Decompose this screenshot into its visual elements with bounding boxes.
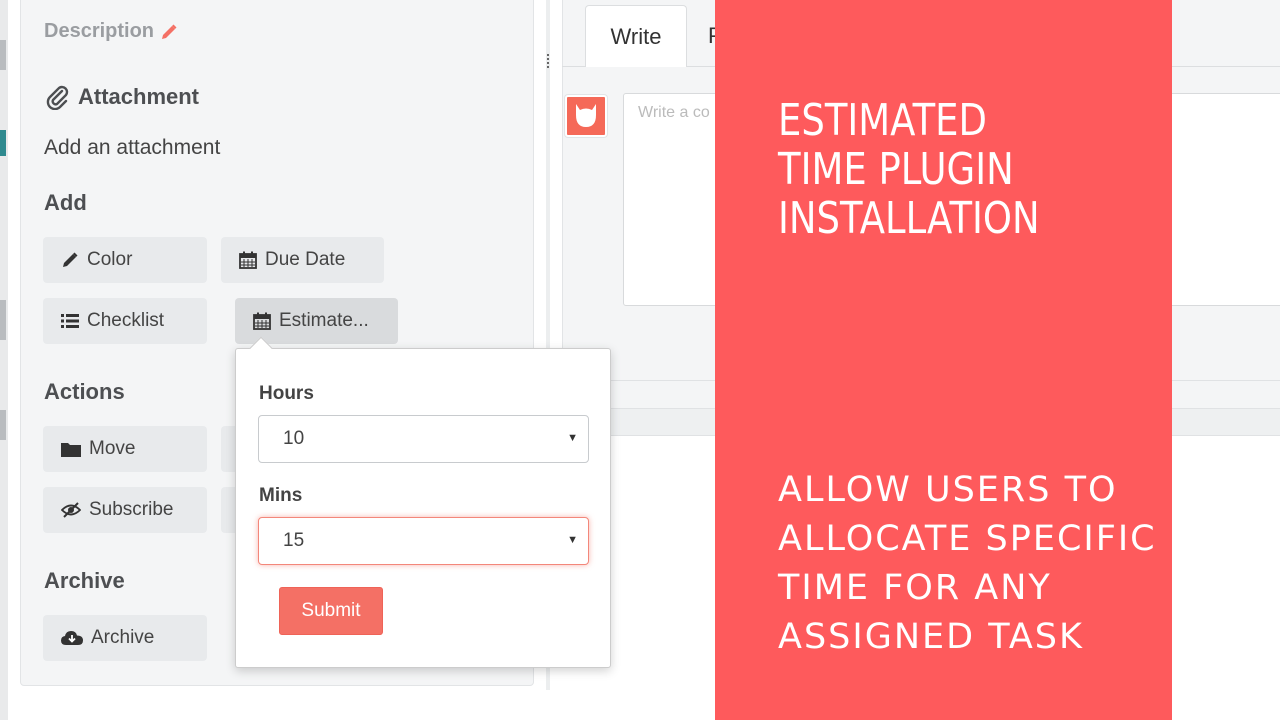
submit-button-label: Submit bbox=[301, 600, 361, 621]
list-icon bbox=[61, 314, 79, 328]
screen: Description Attachment Add an attachment… bbox=[0, 0, 1280, 720]
archive-title: Archive bbox=[44, 568, 125, 593]
splitter-handle[interactable] bbox=[546, 52, 550, 72]
hours-label: Hours bbox=[259, 383, 314, 404]
eye-slash-icon bbox=[61, 502, 81, 518]
add-attachment-link[interactable]: Add an attachment bbox=[44, 136, 220, 160]
paperclip-icon bbox=[46, 85, 69, 110]
add-title: Add bbox=[44, 190, 87, 215]
subscribe-button[interactable]: Subscribe bbox=[43, 487, 207, 533]
submit-button[interactable]: Submit bbox=[279, 587, 383, 635]
mins-select[interactable]: 15 ▼ bbox=[258, 517, 589, 565]
subscribe-button-label: Subscribe bbox=[89, 499, 174, 520]
actions-title: Actions bbox=[44, 379, 125, 404]
move-button-label: Move bbox=[89, 438, 136, 459]
chevron-down-icon: ▼ bbox=[567, 432, 578, 444]
chevron-down-icon: ▼ bbox=[567, 534, 578, 546]
checklist-button[interactable]: Checklist bbox=[43, 298, 207, 344]
checklist-button-label: Checklist bbox=[87, 310, 165, 331]
attachment-heading: Attachment bbox=[44, 84, 199, 110]
due-date-button[interactable]: Due Date bbox=[221, 237, 384, 283]
mins-value: 15 bbox=[283, 530, 305, 551]
tab-write-label: Write bbox=[610, 23, 662, 49]
move-button[interactable]: Move bbox=[43, 426, 207, 472]
archive-button[interactable]: Archive bbox=[43, 615, 207, 661]
due-date-button-label: Due Date bbox=[265, 249, 346, 270]
pencil-icon[interactable] bbox=[160, 23, 178, 41]
attachment-title: Attachment bbox=[78, 84, 200, 109]
promo-title: ESTIMATED TIME PLUGIN INSTALLATION bbox=[778, 95, 1040, 244]
description-heading[interactable]: Description bbox=[44, 20, 178, 43]
hours-select[interactable]: 10 ▼ bbox=[258, 415, 589, 463]
archive-button-label: Archive bbox=[91, 627, 155, 648]
description-label: Description bbox=[44, 20, 155, 42]
tab-write[interactable]: Write bbox=[585, 5, 687, 67]
color-button-label: Color bbox=[87, 249, 133, 270]
avatar bbox=[565, 95, 607, 137]
cloud-download-icon bbox=[61, 631, 83, 645]
hours-value: 10 bbox=[283, 428, 305, 449]
pencil-icon bbox=[63, 252, 78, 267]
color-button[interactable]: Color bbox=[43, 237, 207, 283]
calendar-icon bbox=[239, 251, 257, 269]
user-avatar-icon bbox=[576, 104, 596, 127]
calendar-icon bbox=[253, 312, 271, 330]
folder-icon bbox=[61, 443, 81, 457]
estimate-button-label: Estimate... bbox=[279, 310, 369, 331]
background-app-edge bbox=[0, 0, 8, 720]
promo-subtitle: ALLOW USERS TO ALLOCATE SPECIFIC TIME FO… bbox=[778, 470, 1157, 657]
mins-label: Mins bbox=[259, 485, 303, 506]
